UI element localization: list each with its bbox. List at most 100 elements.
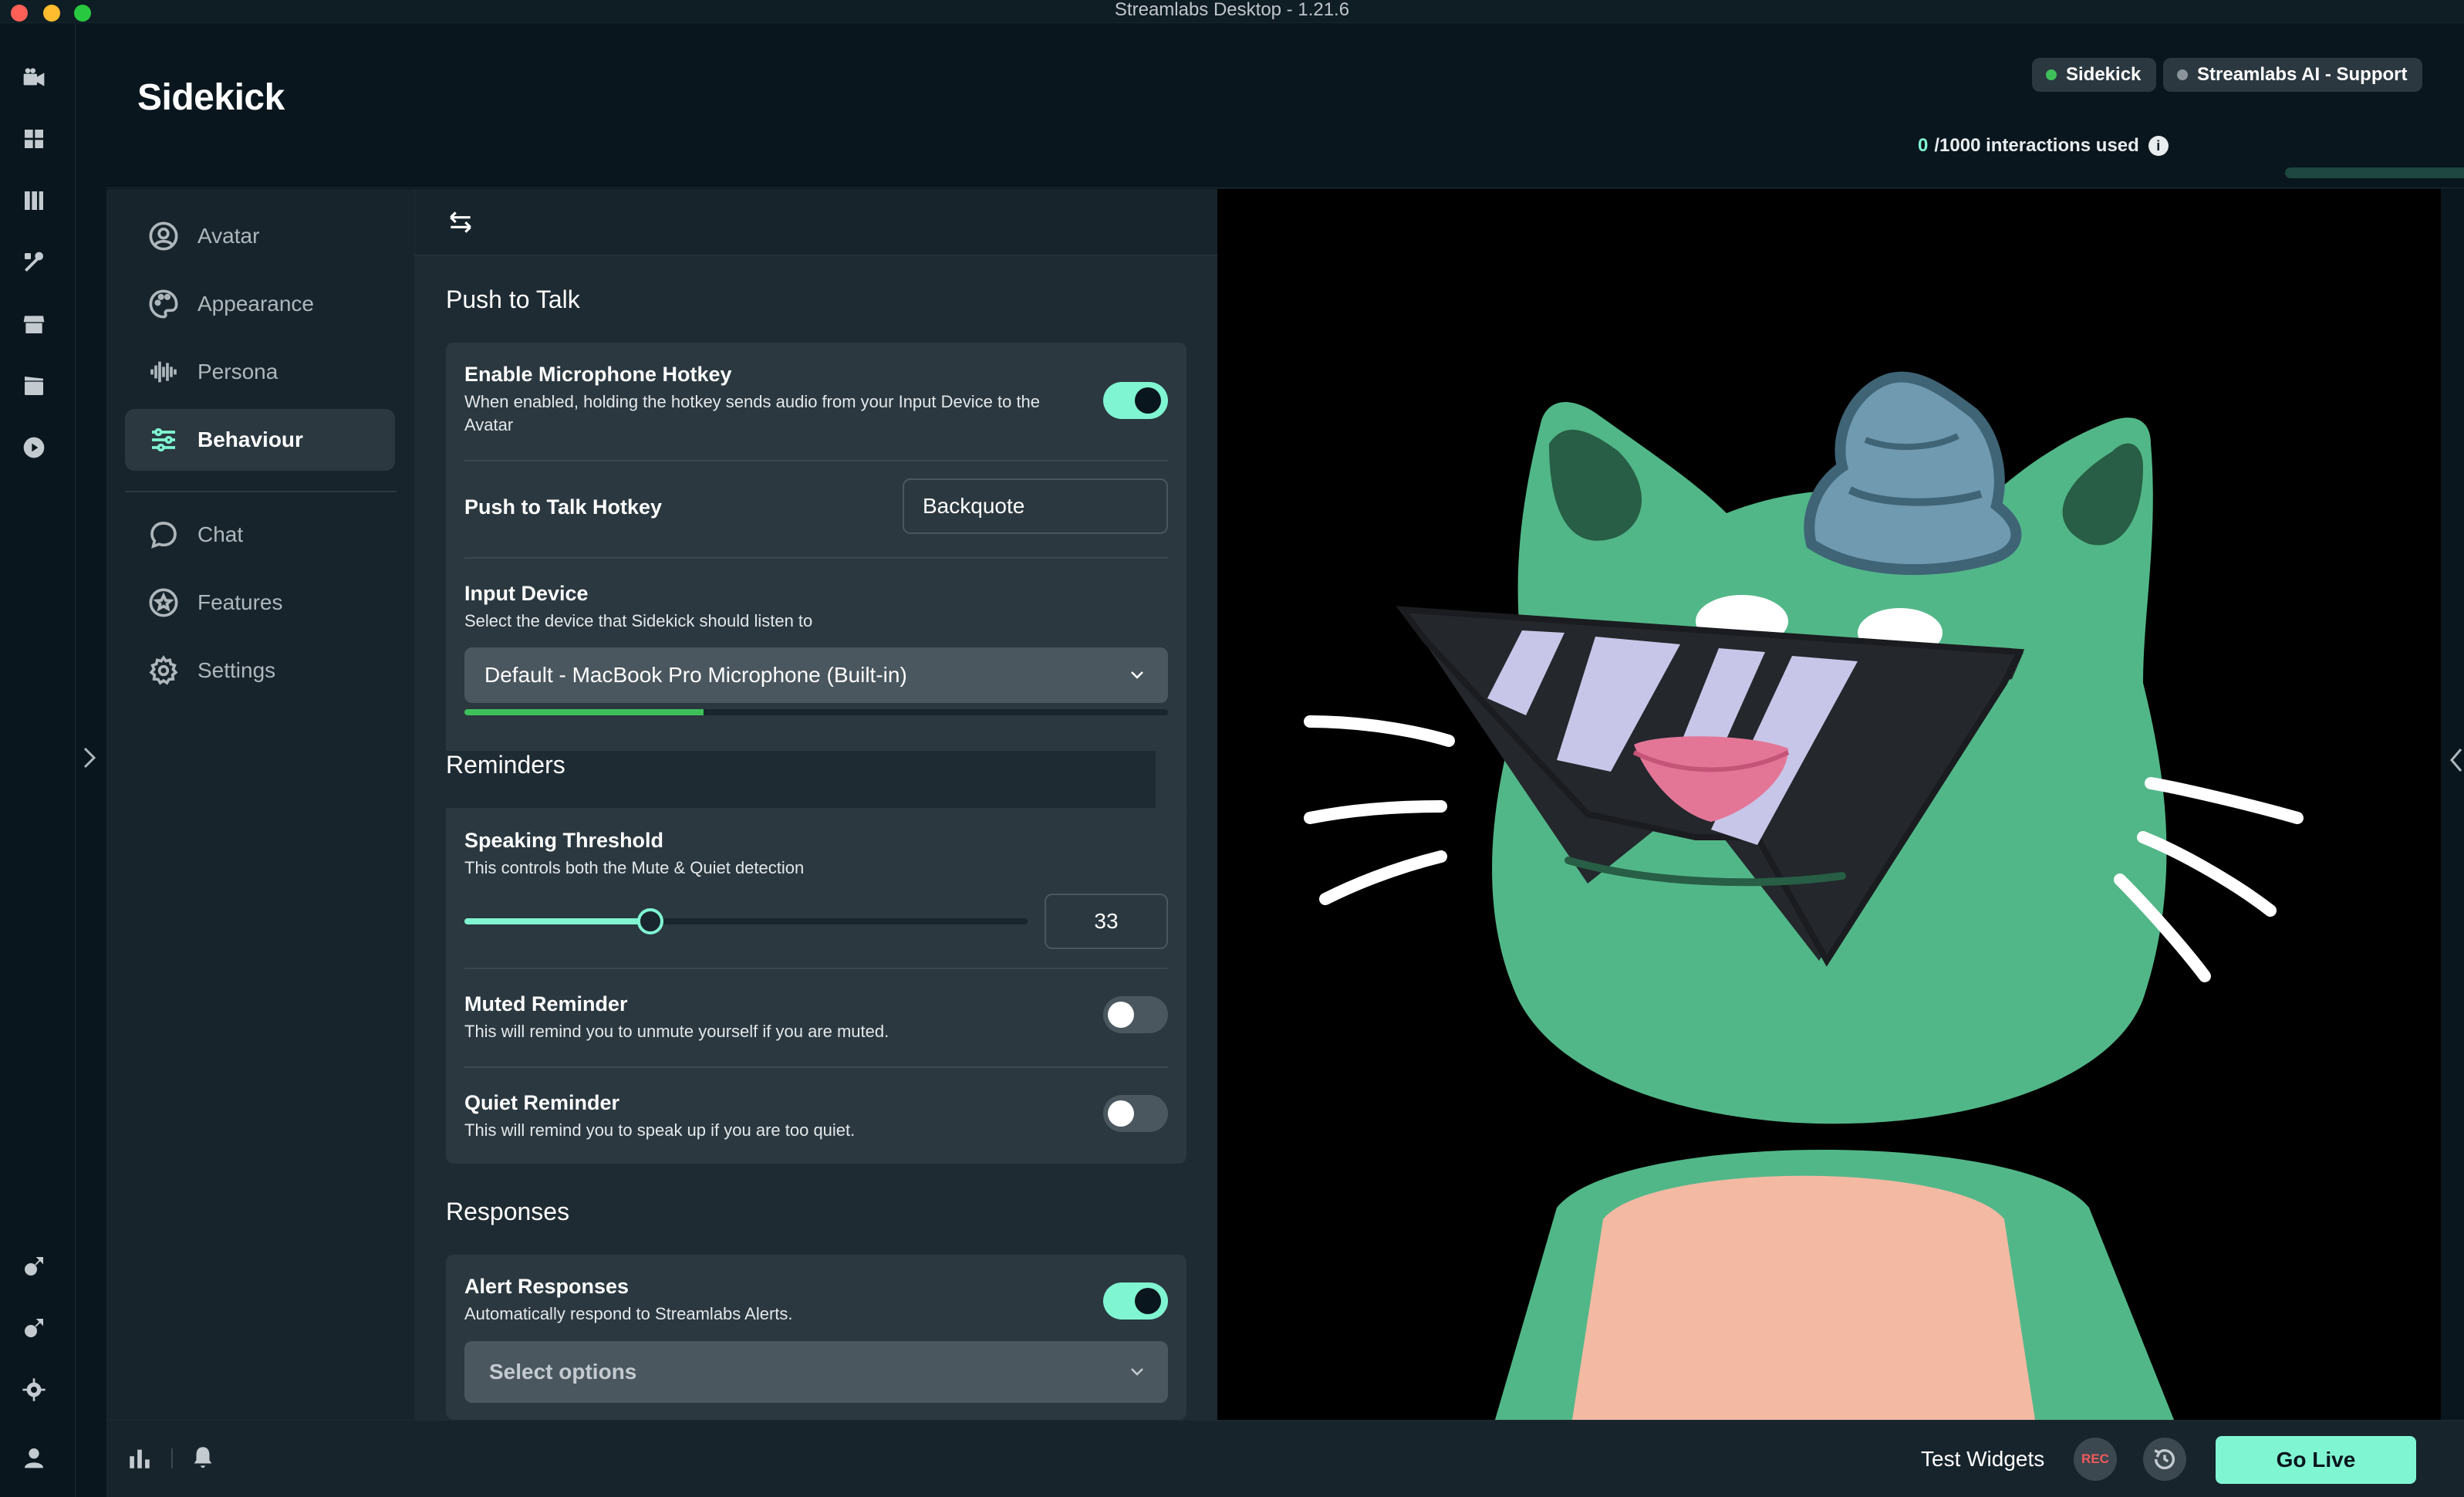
status-dot-icon bbox=[2177, 69, 2188, 80]
chat-bubble-icon bbox=[150, 522, 177, 549]
threshold-slider-fill bbox=[464, 918, 650, 924]
nav-item-label: Chat bbox=[197, 522, 244, 546]
section-title-reminders: Reminders bbox=[415, 751, 1156, 808]
status-footer: Test Widgets REC Go Live bbox=[106, 1420, 2464, 1497]
swap-arrows-icon[interactable] bbox=[446, 208, 475, 237]
quiet-reminder-row: Quiet Reminder This will remind you to s… bbox=[464, 1091, 1168, 1143]
section-title-responses: Responses bbox=[446, 1198, 570, 1225]
gear-icon bbox=[149, 655, 178, 685]
nav-item-settings[interactable]: Settings bbox=[125, 640, 395, 701]
input-device-desc: Select the device that Sidekick should l… bbox=[464, 611, 813, 630]
go-live-button[interactable]: Go Live bbox=[2216, 1436, 2416, 1484]
nav-item-label: Behaviour bbox=[197, 427, 303, 451]
muted-reminder-toggle[interactable] bbox=[1103, 996, 1168, 1033]
muted-reminder-desc: This will remind you to unmute yourself … bbox=[464, 1022, 889, 1041]
card-divider bbox=[464, 460, 1168, 461]
muted-reminder-row: Muted Reminder This will remind you to u… bbox=[464, 992, 1168, 1044]
alert-responses-title: Alert Responses bbox=[464, 1275, 630, 1298]
window-title: Streamlabs Desktop - 1.21.6 bbox=[1114, 0, 1350, 20]
nav-item-behaviour[interactable]: Behaviour bbox=[125, 409, 395, 471]
threshold-slider-handle[interactable] bbox=[636, 908, 663, 934]
nav-item-chat[interactable]: Chat bbox=[125, 504, 395, 566]
app-link-icon[interactable] bbox=[20, 1252, 48, 1280]
input-level-fill bbox=[464, 709, 704, 715]
bell-icon[interactable] bbox=[190, 1444, 216, 1470]
enable-hotkey-desc-line1: When enabled, holding the hotkey sends a… bbox=[464, 392, 1041, 411]
nav-item-label: Appearance bbox=[197, 292, 315, 316]
settings-gear-icon[interactable] bbox=[20, 1376, 48, 1404]
threshold-row: Speaking Threshold This controls both th… bbox=[464, 829, 1168, 880]
palette-icon bbox=[149, 289, 178, 319]
test-widgets-button[interactable]: Test Widgets bbox=[1921, 1447, 2044, 1472]
window-titlebar: Streamlabs Desktop - 1.21.6 bbox=[0, 0, 2464, 23]
nav-item-appearance[interactable]: Appearance bbox=[125, 273, 395, 335]
status-dot-icon bbox=[2046, 69, 2057, 80]
sidekick-nav: Avatar Appearance Persona Behaviour Chat… bbox=[106, 189, 415, 1420]
alert-options-select[interactable]: Select options bbox=[464, 1341, 1168, 1403]
avatar-preview bbox=[1217, 189, 2441, 1420]
usage-progress-bar bbox=[2285, 167, 2464, 178]
nav-item-label: Persona bbox=[197, 360, 278, 384]
info-icon[interactable]: i bbox=[2148, 136, 2169, 156]
alert-responses-row: Alert Responses Automatically respond to… bbox=[464, 1275, 1168, 1326]
nav-item-label: Settings bbox=[197, 658, 276, 682]
nav-item-persona[interactable]: Persona bbox=[125, 341, 395, 403]
store-icon[interactable] bbox=[20, 310, 48, 338]
enable-hotkey-toggle[interactable] bbox=[1103, 382, 1168, 419]
tools-icon[interactable] bbox=[20, 248, 48, 276]
card-divider bbox=[464, 968, 1168, 969]
input-device-select[interactable]: Default - MacBook Pro Microphone (Built-… bbox=[464, 647, 1168, 703]
history-icon bbox=[2154, 1449, 2175, 1470]
page-header: Sidekick Sidekick Streamlabs AI - Suppor… bbox=[106, 24, 2464, 188]
editor-icon[interactable] bbox=[20, 372, 48, 400]
responses-card: Alert Responses Automatically respond to… bbox=[446, 1255, 1186, 1420]
usage-label: /1000 interactions used bbox=[1934, 135, 2139, 156]
threshold-slider[interactable] bbox=[464, 908, 1028, 934]
alert-options-placeholder: Select options bbox=[489, 1360, 637, 1384]
hotkey-input[interactable]: Backquote bbox=[903, 478, 1168, 534]
quiet-reminder-title: Quiet Reminder bbox=[464, 1091, 620, 1114]
bar-chart-icon[interactable] bbox=[127, 1445, 153, 1472]
nav-item-label: Features bbox=[197, 590, 283, 614]
card-divider bbox=[464, 557, 1168, 559]
card-divider bbox=[464, 1066, 1168, 1068]
chevron-left-icon[interactable] bbox=[2445, 745, 2464, 776]
right-collapse-strip[interactable] bbox=[2441, 189, 2464, 1420]
play-icon[interactable] bbox=[20, 434, 48, 461]
app-rail bbox=[0, 24, 76, 1497]
section-title-push-to-talk: Push to Talk bbox=[446, 286, 580, 313]
panel-toolbar bbox=[415, 189, 1217, 255]
enable-hotkey-row: Enable Microphone Hotkey When enabled, h… bbox=[464, 363, 1168, 438]
page-title: Sidekick bbox=[137, 77, 285, 118]
expand-nav-chevron-icon[interactable] bbox=[80, 745, 99, 770]
quiet-reminder-toggle[interactable] bbox=[1103, 1095, 1168, 1132]
usage-count: 0 bbox=[1918, 135, 1929, 156]
nav-item-avatar[interactable]: Avatar bbox=[125, 205, 395, 267]
input-device-selected: Default - MacBook Pro Microphone (Built-… bbox=[484, 663, 907, 687]
tab-sidekick-label: Sidekick bbox=[2066, 64, 2142, 85]
video-camera-icon[interactable] bbox=[20, 64, 48, 92]
alert-responses-toggle[interactable] bbox=[1103, 1282, 1168, 1320]
record-button[interactable]: REC bbox=[2074, 1438, 2117, 1481]
nav-item-features[interactable]: Features bbox=[125, 572, 395, 634]
alert-responses-desc: Automatically respond to Streamlabs Aler… bbox=[464, 1304, 793, 1323]
input-device-title: Input Device bbox=[464, 582, 589, 605]
chevron-down-icon bbox=[1131, 671, 1143, 679]
quiet-reminder-desc: This will remind you to speak up if you … bbox=[464, 1120, 856, 1140]
user-icon[interactable] bbox=[20, 1444, 48, 1472]
input-device-row: Input Device Select the device that Side… bbox=[464, 582, 1168, 634]
enable-hotkey-desc-line2: Avatar bbox=[464, 415, 514, 434]
sliders-icon bbox=[152, 427, 175, 452]
tab-sidekick[interactable]: Sidekick bbox=[2032, 58, 2157, 92]
enable-hotkey-title: Enable Microphone Hotkey bbox=[464, 363, 732, 386]
tab-ai-support[interactable]: Streamlabs AI - Support bbox=[2163, 58, 2423, 92]
threshold-value-input[interactable]: 33 bbox=[1045, 894, 1168, 949]
muted-reminder-title: Muted Reminder bbox=[464, 992, 628, 1015]
app-link-2-icon[interactable] bbox=[20, 1314, 48, 1342]
tab-ai-support-label: Streamlabs AI - Support bbox=[2197, 64, 2408, 85]
waveform-icon bbox=[150, 361, 177, 383]
library-icon[interactable] bbox=[20, 187, 48, 215]
user-circle-icon bbox=[149, 221, 178, 251]
dashboard-icon[interactable] bbox=[20, 125, 48, 153]
replay-buffer-button[interactable] bbox=[2143, 1438, 2186, 1481]
